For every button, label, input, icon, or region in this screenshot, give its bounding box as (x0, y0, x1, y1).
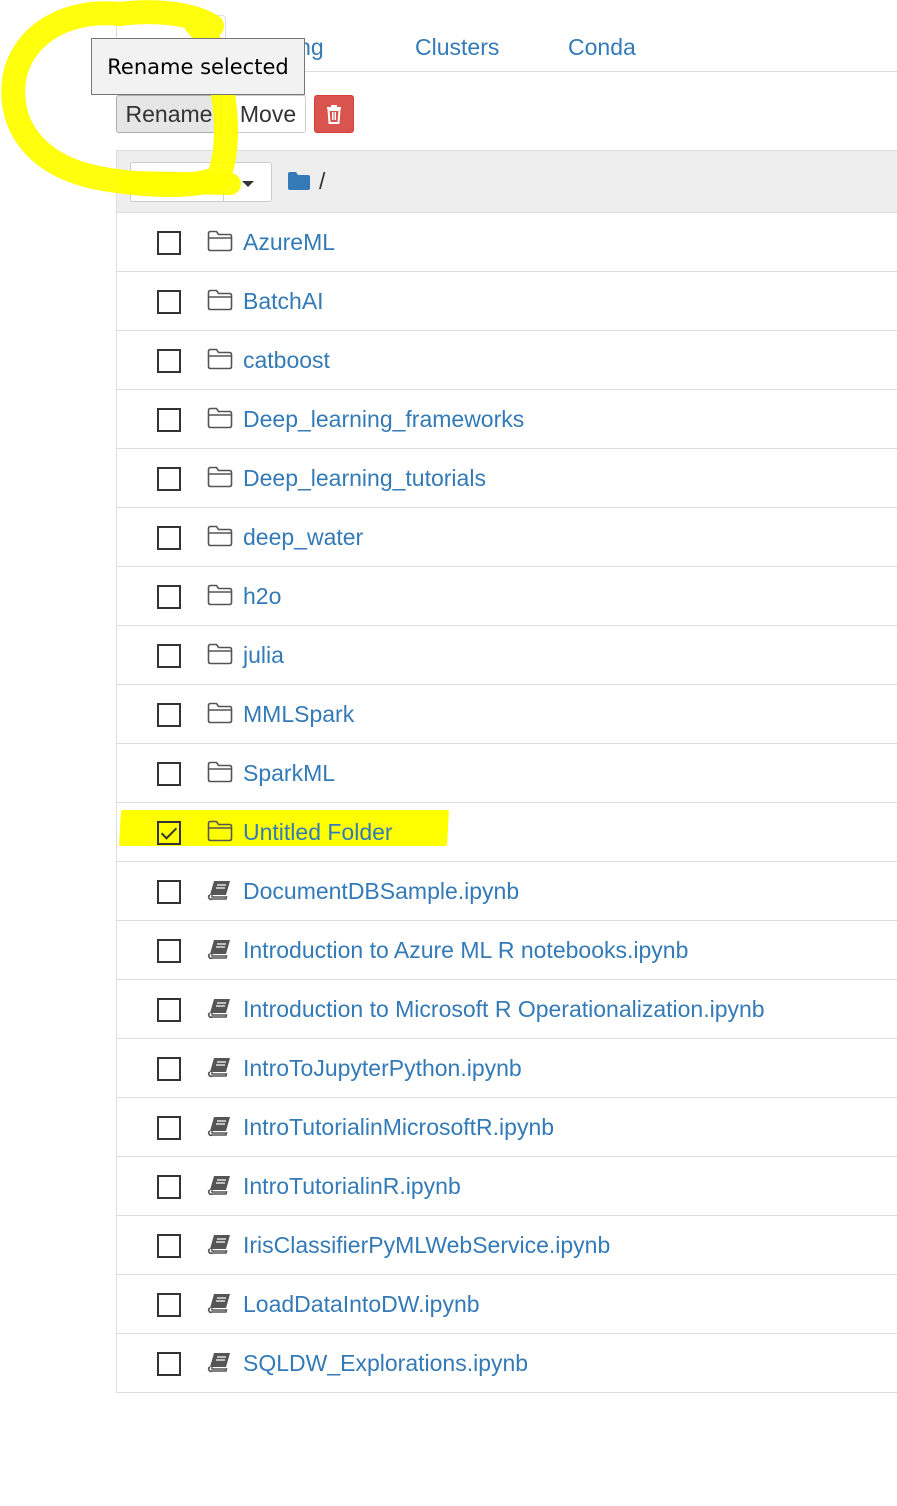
item-checkbox[interactable] (157, 1057, 181, 1081)
trash-icon (327, 105, 341, 124)
item-link[interactable]: SparkML (243, 760, 335, 787)
list-item[interactable]: BatchAI (117, 272, 897, 331)
item-link[interactable]: Deep_learning_frameworks (243, 406, 524, 433)
list-item[interactable]: Deep_learning_frameworks (117, 390, 897, 449)
folder-icon (207, 289, 233, 311)
list-item[interactable]: IntroTutorialinMicrosoftR.ipynb (117, 1098, 897, 1157)
folder-icon (207, 643, 233, 665)
item-link[interactable]: AzureML (243, 229, 335, 256)
folder-icon[interactable] (287, 171, 311, 191)
folder-icon (207, 230, 233, 252)
list-item[interactable]: deep_water (117, 508, 897, 567)
file-list-body: AzureML BatchAI catboost Deep_learning_fram… (117, 213, 897, 1392)
item-checkbox[interactable] (157, 1116, 181, 1140)
notebook-icon (207, 1292, 233, 1314)
list-item[interactable]: AzureML (117, 213, 897, 272)
notebook-icon (207, 1056, 233, 1078)
item-link[interactable]: Introduction to Microsoft R Operationali… (243, 996, 765, 1023)
list-item[interactable]: julia (117, 626, 897, 685)
item-link[interactable]: Introduction to Azure ML R notebooks.ipy… (243, 937, 688, 964)
list-item[interactable]: LoadDataIntoDW.ipynb (117, 1275, 897, 1334)
delete-button[interactable] (314, 95, 354, 133)
item-link[interactable]: julia (243, 642, 284, 669)
list-item[interactable]: IrisClassifierPyMLWebService.ipynb (117, 1216, 897, 1275)
notebook-icon (207, 1115, 233, 1137)
list-item[interactable]: IntroTutorialinR.ipynb (117, 1157, 897, 1216)
select-all-button[interactable]: 1 (130, 162, 224, 202)
item-link[interactable]: h2o (243, 583, 281, 610)
list-item[interactable]: h2o (117, 567, 897, 626)
item-link[interactable]: IntroTutorialinR.ipynb (243, 1173, 461, 1200)
item-link[interactable]: MMLSpark (243, 701, 354, 728)
tab-clusters[interactable]: Clusters (415, 34, 499, 61)
move-button[interactable]: Move (230, 95, 306, 133)
item-link[interactable]: Untitled Folder (243, 819, 393, 846)
item-checkbox[interactable] (157, 939, 181, 963)
list-item[interactable]: IntroToJupyterPython.ipynb (117, 1039, 897, 1098)
item-checkbox[interactable] (157, 1234, 181, 1258)
item-checkbox[interactable] (157, 1352, 181, 1376)
folder-icon (207, 702, 233, 724)
item-checkbox[interactable] (157, 880, 181, 904)
list-item[interactable]: SQLDW_Explorations.ipynb (117, 1334, 897, 1392)
item-link[interactable]: LoadDataIntoDW.ipynb (243, 1291, 480, 1318)
folder-icon (207, 525, 233, 547)
item-checkbox[interactable] (157, 290, 181, 314)
list-item[interactable]: DocumentDBSample.ipynb (117, 862, 897, 921)
folder-icon (207, 348, 233, 370)
folder-icon (207, 761, 233, 783)
item-link[interactable]: IntroTutorialinMicrosoftR.ipynb (243, 1114, 554, 1141)
list-item[interactable]: Deep_learning_tutorials (117, 449, 897, 508)
list-item[interactable]: Introduction to Microsoft R Operationali… (117, 980, 897, 1039)
item-link[interactable]: DocumentDBSample.ipynb (243, 878, 519, 905)
item-checkbox[interactable] (157, 467, 181, 491)
item-link[interactable]: IrisClassifierPyMLWebService.ipynb (243, 1232, 610, 1259)
item-link[interactable]: catboost (243, 347, 330, 374)
item-checkbox[interactable] (157, 821, 181, 845)
selected-count: 1 (194, 170, 207, 196)
rename-button[interactable]: Rename (116, 95, 222, 133)
list-item[interactable]: catboost (117, 331, 897, 390)
item-link[interactable]: IntroToJupyterPython.ipynb (243, 1055, 522, 1082)
list-item[interactable]: MMLSpark (117, 685, 897, 744)
item-checkbox[interactable] (157, 1175, 181, 1199)
item-checkbox[interactable] (157, 231, 181, 255)
list-item[interactable]: Introduction to Azure ML R notebooks.ipy… (117, 921, 897, 980)
item-link[interactable]: deep_water (243, 524, 363, 551)
select-all-checkbox[interactable] (157, 172, 177, 192)
item-checkbox[interactable] (157, 1293, 181, 1317)
breadcrumb-root[interactable]: / (319, 168, 325, 195)
item-checkbox[interactable] (157, 585, 181, 609)
folder-icon (207, 584, 233, 606)
select-dropdown-button[interactable] (223, 162, 272, 202)
notebook-icon (207, 1351, 233, 1373)
item-checkbox[interactable] (157, 526, 181, 550)
notebook-icon (207, 1233, 233, 1255)
folder-icon (207, 466, 233, 488)
notebook-icon (207, 997, 233, 1019)
item-link[interactable]: BatchAI (243, 288, 324, 315)
item-checkbox[interactable] (157, 703, 181, 727)
caret-down-icon (241, 181, 254, 187)
notebook-icon (207, 879, 233, 901)
folder-icon (207, 407, 233, 429)
breadcrumb: / (287, 168, 325, 194)
notebook-icon (207, 1174, 233, 1196)
item-link[interactable]: SQLDW_Explorations.ipynb (243, 1350, 528, 1377)
item-checkbox[interactable] (157, 408, 181, 432)
notebook-icon (207, 938, 233, 960)
item-checkbox[interactable] (157, 762, 181, 786)
file-list: 1 / AzureML BatchAI catboost Deep_learning_… (116, 150, 897, 1393)
item-checkbox[interactable] (157, 349, 181, 373)
folder-icon (207, 820, 233, 842)
select-all-group: 1 (130, 162, 272, 202)
list-header: 1 / (117, 151, 897, 213)
list-item[interactable]: SparkML (117, 744, 897, 803)
rename-tooltip: Rename selected (91, 38, 305, 95)
item-checkbox[interactable] (157, 644, 181, 668)
item-checkbox[interactable] (157, 998, 181, 1022)
list-item[interactable]: Untitled Folder (117, 803, 897, 862)
tab-conda[interactable]: Conda (568, 34, 636, 61)
item-link[interactable]: Deep_learning_tutorials (243, 465, 486, 492)
